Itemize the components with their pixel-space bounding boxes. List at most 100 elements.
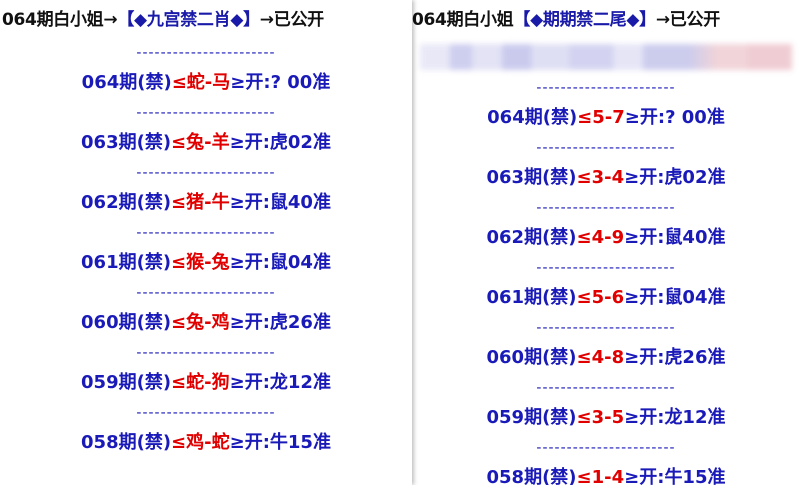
prediction-entry: 064期(禁)≤蛇-马≥开:? 00准 bbox=[0, 63, 412, 103]
close-bracket: ≥开: bbox=[229, 192, 270, 213]
list-item: ----------------------- 064期(禁)≤蛇-马≥开:? 0… bbox=[0, 43, 412, 103]
period-label: 061期(禁) bbox=[81, 252, 172, 273]
result-label: 鼠40准 bbox=[269, 192, 331, 213]
forbidden-picks: 兔-鸡 bbox=[186, 312, 230, 333]
open-bracket: ≤ bbox=[171, 312, 187, 333]
list-item: ----------------------- 063期(禁)≤兔-羊≥开:虎02… bbox=[0, 103, 412, 163]
period-label: 060期(禁) bbox=[81, 312, 172, 333]
prediction-entry: 062期(禁)≤猪-牛≥开:鼠40准 bbox=[0, 183, 412, 223]
prediction-entry: 060期(禁)≤兔-鸡≥开:虎26准 bbox=[0, 303, 412, 343]
result-label: 龙12准 bbox=[664, 407, 726, 428]
header-suffix: →已公开 bbox=[259, 10, 324, 30]
period-label: 058期(禁) bbox=[486, 467, 577, 485]
result-label: 鼠04准 bbox=[269, 252, 331, 273]
separator-line: ----------------------- bbox=[536, 380, 676, 396]
forbidden-picks: 蛇-狗 bbox=[186, 372, 230, 393]
prediction-entry: 061期(禁)≤猴-兔≥开:鼠04准 bbox=[0, 243, 412, 283]
result-label: 牛15准 bbox=[664, 467, 726, 485]
open-bracket: ≤ bbox=[576, 167, 592, 188]
separator-line: ----------------------- bbox=[136, 165, 276, 181]
list-item: ----------------------- 062期(禁)≤4-9≥开:鼠40… bbox=[412, 198, 800, 258]
result-label: 龙12准 bbox=[269, 372, 331, 393]
separator-line: ----------------------- bbox=[536, 320, 676, 336]
open-bracket: ≤ bbox=[576, 287, 592, 308]
forbidden-picks: 鸡-蛇 bbox=[186, 432, 230, 453]
separator-line: ----------------------- bbox=[536, 140, 676, 156]
close-bracket: ≥开: bbox=[624, 347, 665, 368]
header-suffix: →已公开 bbox=[655, 10, 720, 30]
list-item: ----------------------- 058期(禁)≤1-4≥开:牛15… bbox=[412, 438, 800, 485]
close-bracket: ≥开: bbox=[624, 407, 665, 428]
result-label: ? 00准 bbox=[270, 72, 331, 93]
close-bracket: ≥开: bbox=[229, 312, 270, 333]
prediction-entry: 061期(禁)≤5-6≥开:鼠04准 bbox=[412, 278, 800, 318]
list-item: ----------------------- 060期(禁)≤4-8≥开:虎26… bbox=[412, 318, 800, 378]
prediction-entry: 062期(禁)≤4-9≥开:鼠40准 bbox=[412, 218, 800, 258]
open-bracket: ≤ bbox=[576, 407, 592, 428]
forbidden-picks: 3-4 bbox=[591, 167, 625, 188]
header-prefix: 064期白小姐→ bbox=[2, 10, 118, 30]
right-panel-header: 064期白小姐【◆期期禁二尾◆】→已公开 bbox=[412, 0, 800, 40]
prediction-entry: 060期(禁)≤4-8≥开:虎26准 bbox=[412, 338, 800, 378]
separator-line: ----------------------- bbox=[136, 45, 276, 61]
result-label: 虎26准 bbox=[269, 312, 331, 333]
forbidden-picks: 猴-兔 bbox=[186, 252, 230, 273]
close-bracket: ≥开: bbox=[624, 167, 665, 188]
list-item: ----------------------- 063期(禁)≤3-4≥开:虎02… bbox=[412, 138, 800, 198]
header-highlight: 【◆九宫禁二肖◆】 bbox=[117, 10, 260, 30]
header-highlight: 【◆期期禁二尾◆】 bbox=[513, 10, 656, 30]
list-item: ----------------------- 064期(禁)≤5-7≥开:? 0… bbox=[412, 78, 800, 138]
close-bracket: ≥开: bbox=[624, 107, 666, 128]
list-item: ----------------------- 062期(禁)≤猪-牛≥开:鼠40… bbox=[0, 163, 412, 223]
open-bracket: ≤ bbox=[171, 132, 187, 153]
period-label: 063期(禁) bbox=[486, 167, 577, 188]
prediction-entry: 058期(禁)≤鸡-蛇≥开:牛15准 bbox=[0, 423, 412, 463]
separator-line: ----------------------- bbox=[136, 225, 276, 241]
period-label: 058期(禁) bbox=[81, 432, 172, 453]
result-label: 鼠04准 bbox=[664, 287, 726, 308]
result-label: 虎02准 bbox=[664, 167, 726, 188]
prediction-entry: 063期(禁)≤兔-羊≥开:虎02准 bbox=[0, 123, 412, 163]
close-bracket: ≥开: bbox=[229, 432, 270, 453]
separator-line: ----------------------- bbox=[536, 80, 676, 96]
separator-line: ----------------------- bbox=[136, 285, 276, 301]
separator-line: ----------------------- bbox=[136, 405, 276, 421]
result-label: 鼠40准 bbox=[664, 227, 726, 248]
period-label: 061期(禁) bbox=[486, 287, 577, 308]
period-label: 059期(禁) bbox=[486, 407, 577, 428]
result-label: ? 00准 bbox=[665, 107, 725, 128]
list-item: ----------------------- 059期(禁)≤3-5≥开:龙12… bbox=[412, 378, 800, 438]
close-bracket: ≥开: bbox=[230, 72, 271, 93]
close-bracket: ≥开: bbox=[229, 252, 270, 273]
left-prediction-list: ----------------------- 064期(禁)≤蛇-马≥开:? 0… bbox=[0, 43, 412, 463]
period-label: 059期(禁) bbox=[81, 372, 172, 393]
list-item: ----------------------- 061期(禁)≤5-6≥开:鼠04… bbox=[412, 258, 800, 318]
forbidden-picks: 猪-牛 bbox=[186, 192, 230, 213]
close-bracket: ≥开: bbox=[624, 227, 665, 248]
forbidden-picks: 蛇-马 bbox=[186, 72, 231, 93]
list-item: ----------------------- 060期(禁)≤兔-鸡≥开:虎26… bbox=[0, 283, 412, 343]
period-label: 060期(禁) bbox=[486, 347, 577, 368]
period-label: 062期(禁) bbox=[81, 192, 172, 213]
close-bracket: ≥开: bbox=[624, 467, 665, 485]
close-bracket: ≥开: bbox=[229, 372, 270, 393]
result-label: 虎26准 bbox=[664, 347, 726, 368]
left-panel-header: 064期白小姐→【◆九宫禁二肖◆】→已公开 bbox=[0, 0, 412, 40]
open-bracket: ≤ bbox=[171, 72, 187, 93]
period-label: 062期(禁) bbox=[486, 227, 577, 248]
open-bracket: ≤ bbox=[577, 107, 593, 128]
list-item: ----------------------- 061期(禁)≤猴-兔≥开:鼠04… bbox=[0, 223, 412, 283]
forbidden-picks: 4-8 bbox=[591, 347, 625, 368]
separator-line: ----------------------- bbox=[136, 345, 276, 361]
blurred-banner bbox=[420, 44, 792, 70]
result-label: 牛15准 bbox=[269, 432, 331, 453]
forbidden-picks: 5-6 bbox=[591, 287, 625, 308]
period-label: 064期(禁) bbox=[487, 107, 578, 128]
forbidden-picks: 1-4 bbox=[591, 467, 625, 485]
open-bracket: ≤ bbox=[171, 372, 187, 393]
period-label: 064期(禁) bbox=[81, 72, 172, 93]
open-bracket: ≤ bbox=[576, 347, 592, 368]
separator-line: ----------------------- bbox=[536, 260, 676, 276]
prediction-entry: 059期(禁)≤3-5≥开:龙12准 bbox=[412, 398, 800, 438]
forbidden-picks: 兔-羊 bbox=[186, 132, 230, 153]
